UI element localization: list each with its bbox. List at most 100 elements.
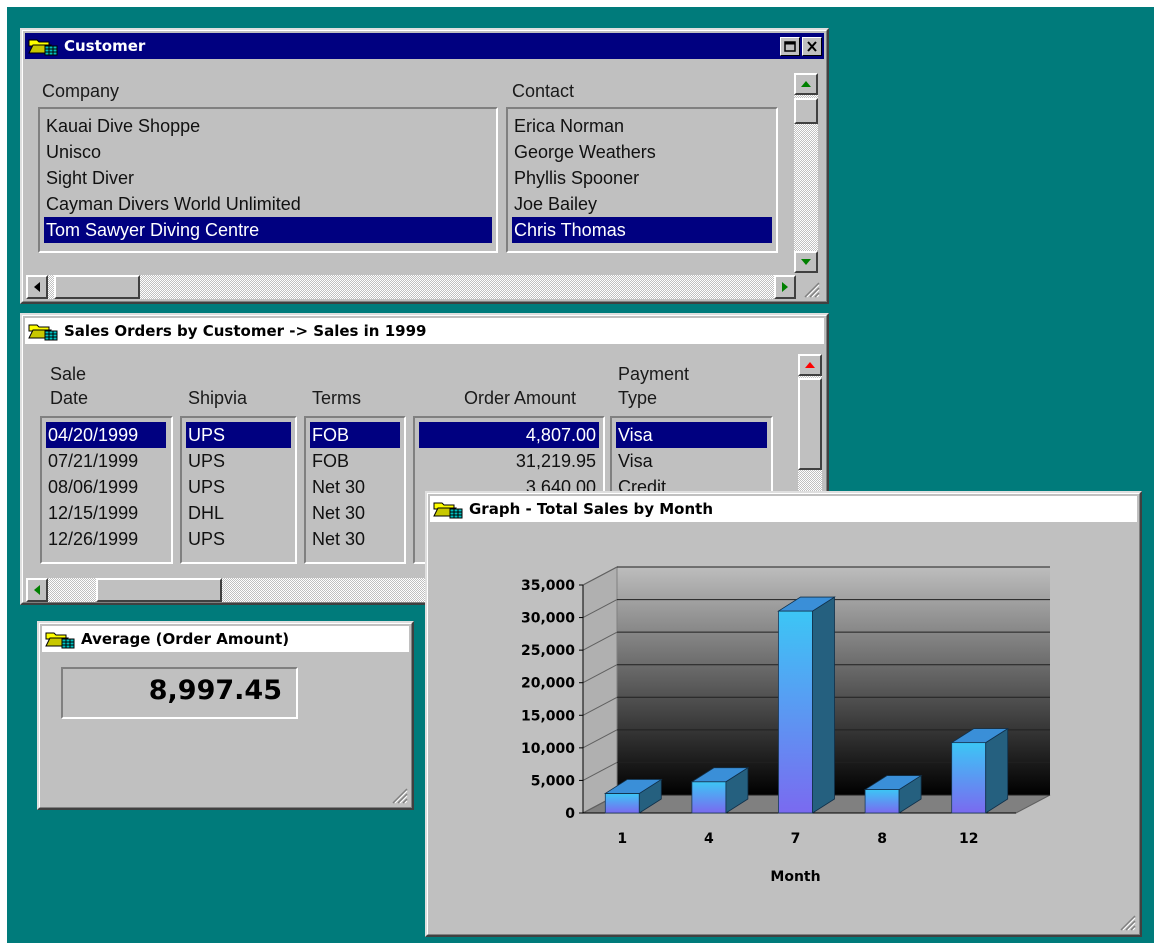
size-grip-icon[interactable] [389, 785, 409, 805]
payment-type-header-line2: Type [618, 388, 658, 408]
size-grip-icon[interactable] [801, 279, 821, 299]
sale-date-row-selected[interactable]: 04/20/1999 [46, 422, 166, 448]
company-row-selected[interactable]: Tom Sawyer Diving Centre [44, 217, 492, 243]
sale-date-header-line2: Date [50, 388, 89, 408]
terms-row[interactable]: Net 30 [310, 474, 400, 500]
payment-type-row[interactable]: Visa [616, 448, 767, 474]
sale-date-listbox[interactable]: 04/20/1999 07/21/1999 08/06/1999 12/15/1… [40, 416, 173, 564]
arrow-left-icon [34, 585, 40, 595]
chart-bar-side [812, 596, 835, 814]
scroll-left-button[interactable] [26, 578, 48, 602]
arrow-down-icon [801, 259, 811, 265]
average-window[interactable]: Average (Order Amount) 8,997.45 [37, 621, 414, 810]
chart-bar-front [951, 742, 987, 814]
scroll-up-button[interactable] [794, 73, 818, 95]
sale-date-row[interactable]: 12/26/1999 [46, 526, 167, 552]
payment-type-row-selected[interactable]: Visa [616, 422, 767, 448]
contact-row[interactable]: George Weathers [512, 139, 772, 165]
x-tick-label: 8 [877, 831, 887, 847]
company-listbox[interactable]: Kauai Dive Shoppe Unisco Sight Diver Cay… [38, 107, 498, 253]
sales-title-bar[interactable]: Sales Orders by Customer -> Sales in 199… [25, 318, 824, 344]
x-axis-title: Month [770, 869, 820, 885]
scroll-thumb[interactable] [798, 378, 822, 470]
chart-bar-front [864, 789, 900, 814]
scroll-up-button[interactable] [798, 354, 822, 376]
y-tick-label: 0 [565, 806, 575, 822]
graph-window[interactable]: Graph - Total Sales by Month 35,000 30,00… [425, 491, 1142, 937]
shipvia-row[interactable]: UPS [186, 448, 291, 474]
sales-window-title: Sales Orders by Customer -> Sales in 199… [64, 322, 427, 340]
folder-grid-icon [433, 502, 463, 519]
company-row[interactable]: Kauai Dive Shoppe [44, 113, 492, 139]
customer-horizontal-scrollbar[interactable] [26, 275, 796, 299]
graph-window-title: Graph - Total Sales by Month [469, 500, 714, 518]
contact-listbox[interactable]: Erica Norman George Weathers Phyllis Spo… [506, 107, 778, 253]
shipvia-row-selected[interactable]: UPS [186, 422, 291, 448]
shipvia-row[interactable]: UPS [186, 474, 291, 500]
average-title-bar[interactable]: Average (Order Amount) [42, 626, 409, 652]
folder-grid-icon [45, 632, 75, 649]
shipvia-row[interactable]: UPS [186, 526, 291, 552]
scroll-right-button[interactable] [774, 275, 796, 299]
company-row[interactable]: Cayman Divers World Unlimited [44, 191, 492, 217]
payment-type-header-line1: Payment [618, 364, 690, 384]
total-sales-chart: 35,000 30,000 25,000 20,000 15,000 10,000 5,00… [521, 566, 1051, 885]
shipvia-header: Shipvia [188, 388, 248, 408]
terms-row[interactable]: FOB [310, 448, 400, 474]
chart-bar [777, 596, 836, 814]
customer-window[interactable]: Customer Company Contact Kauai Dive Shop… [20, 28, 829, 304]
shipvia-listbox[interactable]: UPS UPS UPS DHL UPS [180, 416, 297, 564]
sale-date-header-line1: Sale [50, 364, 87, 384]
order-amount-row[interactable]: 31,219.95 [419, 448, 599, 474]
order-amount-row-selected[interactable]: 4,807.00 [419, 422, 599, 448]
chart-bar-front [691, 781, 727, 814]
maximize-button[interactable] [780, 36, 800, 56]
y-tick-label: 30,000 [521, 611, 575, 627]
shipvia-row[interactable]: DHL [186, 500, 291, 526]
terms-listbox[interactable]: FOB FOB Net 30 Net 30 Net 30 [304, 416, 406, 564]
scroll-thumb[interactable] [96, 578, 222, 602]
x-tick-label: 4 [704, 831, 714, 847]
scroll-left-button[interactable] [26, 275, 48, 299]
order-amount-header: Order Amount [464, 388, 577, 408]
sale-date-row[interactable]: 07/21/1999 [46, 448, 167, 474]
sales-horizontal-scrollbar[interactable] [26, 578, 446, 602]
close-icon [807, 40, 817, 52]
customer-window-title: Customer [64, 37, 146, 55]
arrow-left-icon [34, 282, 40, 292]
company-column-header: Company [42, 81, 120, 101]
customer-title-bar[interactable]: Customer [25, 33, 824, 59]
arrow-right-icon [782, 282, 788, 292]
scroll-down-button[interactable] [794, 251, 818, 273]
x-tick-label: 7 [791, 831, 801, 847]
chart-bar-side [985, 727, 1009, 814]
company-row[interactable]: Unisco [44, 139, 492, 165]
folder-grid-icon [28, 324, 58, 341]
scroll-thumb[interactable] [794, 98, 818, 124]
average-value: 8,997.45 [61, 667, 298, 719]
x-tick-label: 1 [617, 831, 627, 847]
size-grip-icon[interactable] [1117, 912, 1137, 932]
average-window-title: Average (Order Amount) [81, 630, 290, 648]
contact-row[interactable]: Joe Bailey [512, 191, 772, 217]
contact-column-header: Contact [512, 81, 575, 101]
sale-date-row[interactable]: 12/15/1999 [46, 500, 167, 526]
contact-row[interactable]: Phyllis Spooner [512, 165, 772, 191]
y-tick-label: 10,000 [521, 741, 575, 757]
contact-row[interactable]: Erica Norman [512, 113, 772, 139]
maximize-icon [784, 40, 796, 52]
customer-vertical-scrollbar[interactable] [794, 73, 818, 273]
terms-row[interactable]: Net 30 [310, 526, 400, 552]
terms-row[interactable]: Net 30 [310, 500, 400, 526]
chart-bar [950, 727, 1010, 814]
contact-row-selected[interactable]: Chris Thomas [512, 217, 772, 243]
company-row[interactable]: Sight Diver [44, 165, 492, 191]
graph-title-bar[interactable]: Graph - Total Sales by Month [430, 496, 1137, 522]
terms-row-selected[interactable]: FOB [310, 422, 400, 448]
arrow-up-icon [805, 362, 815, 368]
sale-date-row[interactable]: 08/06/1999 [46, 474, 167, 500]
scroll-thumb[interactable] [54, 275, 140, 299]
desktop: Customer Company Contact Kauai Dive Shop… [7, 7, 1154, 943]
y-tick-label: 20,000 [521, 676, 575, 692]
close-button[interactable] [802, 36, 822, 56]
